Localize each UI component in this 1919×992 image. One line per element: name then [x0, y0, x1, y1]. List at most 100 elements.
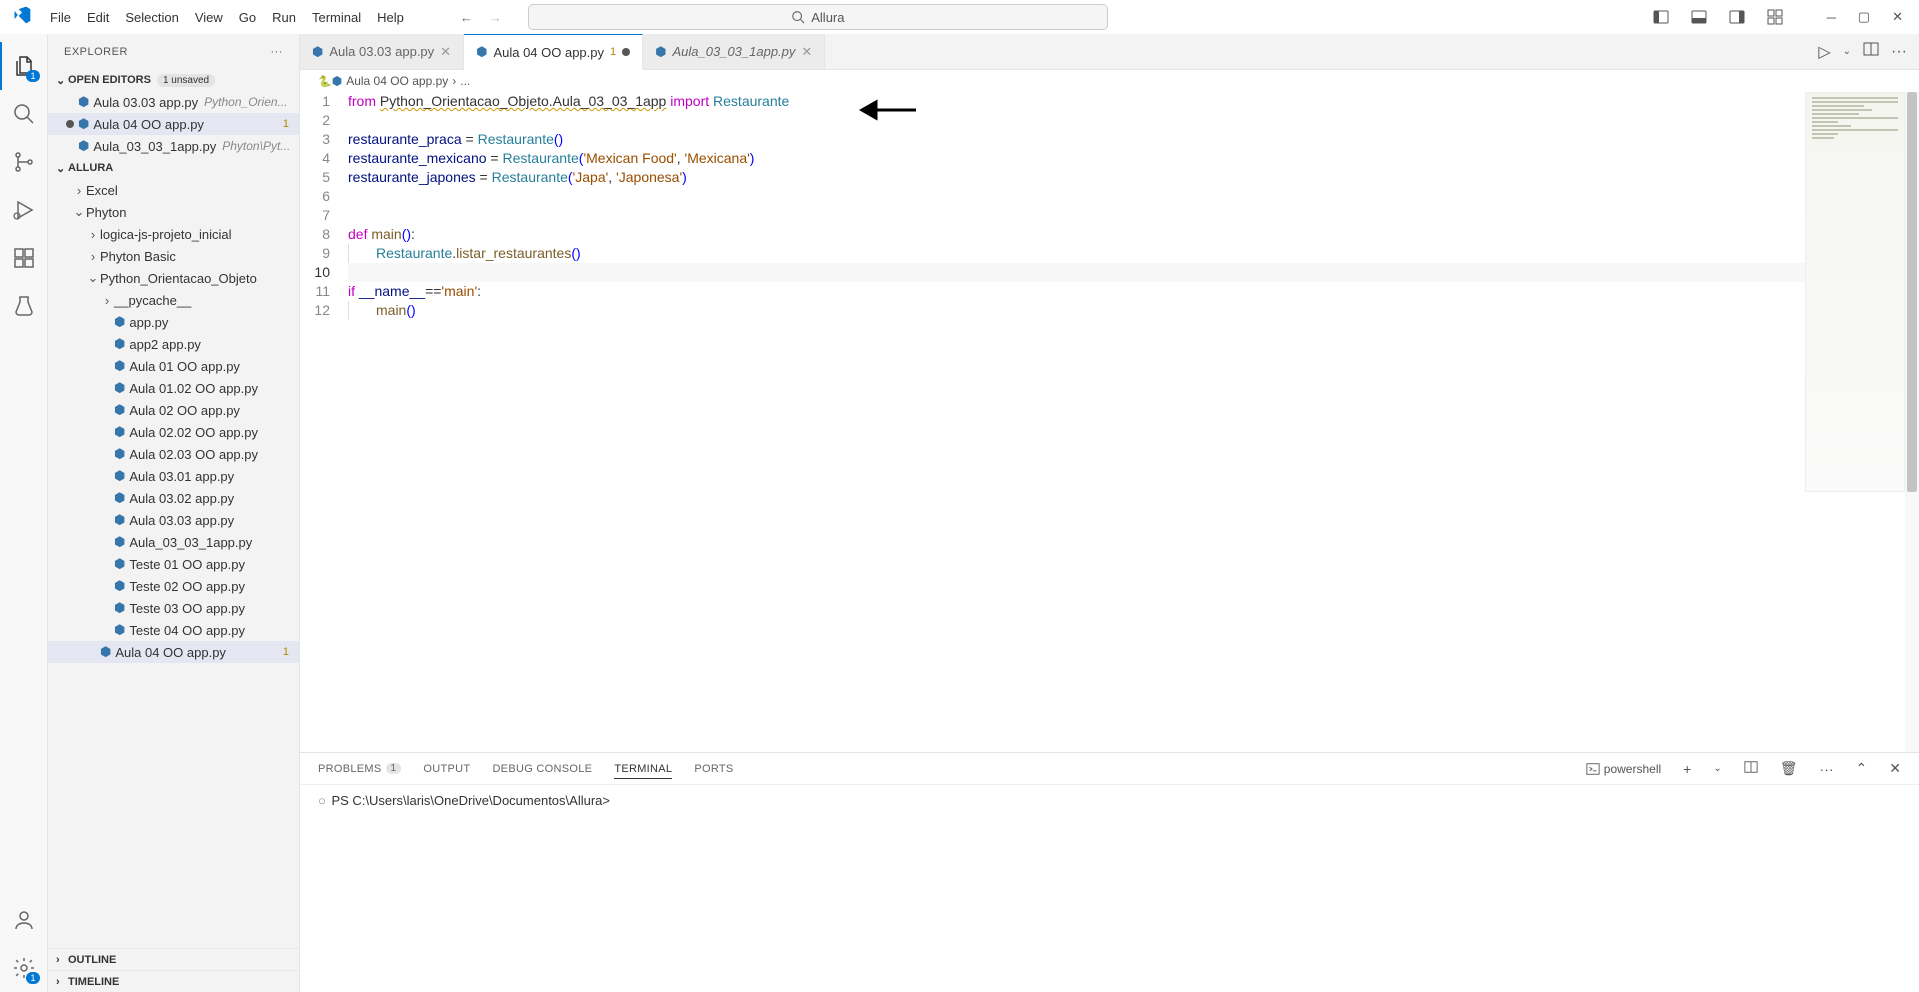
tree-file[interactable]: ⬢Aula 02.03 OO app.py [48, 443, 299, 465]
tree-file[interactable]: ⬢Aula 02 OO app.py [48, 399, 299, 421]
panel-tab-problems[interactable]: PROBLEMS1 [318, 763, 401, 775]
terminal-shell-label[interactable]: powershell [1586, 762, 1661, 776]
tree-file[interactable]: ⬢Teste 01 OO app.py [48, 553, 299, 575]
tree-folder[interactable]: ⌄Phyton [48, 201, 299, 223]
command-center-search[interactable]: Allura [528, 4, 1108, 30]
open-editors-header[interactable]: ⌄ OPEN EDITORS 1 unsaved [48, 69, 299, 91]
tree-folder[interactable]: ›Excel [48, 179, 299, 201]
toggle-secondary-sidebar-icon[interactable] [1719, 5, 1755, 29]
tree-folder[interactable]: ›logica-js-projeto_inicial [48, 223, 299, 245]
tree-folder[interactable]: ⌄Python_Orientacao_Objeto [48, 267, 299, 289]
window-minimize-button[interactable]: ─ [1817, 5, 1846, 29]
panel-maximize-button[interactable]: ⌃ [1856, 760, 1868, 777]
window-close-button[interactable]: ✕ [1882, 5, 1913, 29]
menu-run[interactable]: Run [264, 6, 304, 29]
editor-tab[interactable]: ⬢Aula 04 OO app.py1 [464, 34, 643, 70]
tree-file[interactable]: ⬢Aula 01 OO app.py [48, 355, 299, 377]
activity-testing[interactable] [0, 282, 48, 330]
code-line[interactable]: from Python_Orientacao_Objeto.Aula_03_03… [348, 92, 1919, 111]
chevron-right-icon: › [56, 954, 68, 966]
open-editor-item[interactable]: ⬢Aula 04 OO app.py1 [48, 113, 299, 135]
tree-folder[interactable]: ›__pycache__ [48, 289, 299, 311]
editor-tab[interactable]: ⬢Aula_03_03_1app.py✕ [643, 34, 825, 69]
open-editor-item[interactable]: ⬢Aula 03.03 app.pyPython_Orien... [48, 91, 299, 113]
tree-file[interactable]: ⬢Teste 04 OO app.py [48, 619, 299, 641]
customize-layout-icon[interactable] [1757, 5, 1793, 29]
activity-run-debug[interactable] [0, 186, 48, 234]
code-editor[interactable]: 123456789101112 from Python_Orientacao_O… [300, 92, 1919, 752]
menu-go[interactable]: Go [231, 6, 264, 29]
tree-file[interactable]: ⬢Aula 04 OO app.py1 [48, 641, 299, 663]
tree-file[interactable]: ⬢Teste 02 OO app.py [48, 575, 299, 597]
code-line[interactable] [348, 187, 1919, 206]
nav-back-button[interactable]: ← [452, 6, 481, 29]
code-line[interactable]: if __name__=='main': [348, 282, 1919, 301]
outline-header[interactable]: ›OUTLINE [48, 948, 299, 970]
run-button[interactable]: ▷ [1818, 42, 1830, 62]
close-tab-icon[interactable]: ✕ [440, 44, 451, 60]
tree-file[interactable]: ⬢Aula_03_03_1app.py [48, 531, 299, 553]
tree-folder[interactable]: ›Phyton Basic [48, 245, 299, 267]
split-editor-button[interactable] [1863, 41, 1879, 62]
new-terminal-button[interactable]: + [1683, 761, 1691, 777]
split-terminal-button[interactable] [1744, 760, 1758, 777]
activity-extensions[interactable] [0, 234, 48, 282]
line-number: 6 [300, 187, 330, 206]
code-line[interactable]: restaurante_japones = Restaurante('Japa'… [348, 168, 1919, 187]
open-editor-item[interactable]: ⬢Aula_03_03_1app.pyPhyton\Pyt... [48, 135, 299, 157]
code-line[interactable]: restaurante_praca = Restaurante() [348, 130, 1919, 149]
code-content[interactable]: from Python_Orientacao_Objeto.Aula_03_03… [348, 92, 1919, 752]
panel-tab-ports[interactable]: PORTS [694, 763, 733, 775]
minimap[interactable] [1805, 92, 1905, 492]
menu-edit[interactable]: Edit [79, 6, 117, 29]
panel-tab-output[interactable]: OUTPUT [423, 763, 470, 775]
toggle-primary-sidebar-icon[interactable] [1643, 5, 1679, 29]
menu-selection[interactable]: Selection [117, 6, 186, 29]
menu-file[interactable]: File [42, 6, 79, 29]
timeline-header[interactable]: ›TIMELINE [48, 970, 299, 992]
window-maximize-button[interactable]: ▢ [1848, 5, 1880, 29]
tree-file[interactable]: ⬢Aula 01.02 OO app.py [48, 377, 299, 399]
tree-file[interactable]: ⬢Aula 03.01 app.py [48, 465, 299, 487]
editor-scrollbar[interactable] [1905, 92, 1919, 752]
tree-label: Phyton Basic [100, 249, 176, 264]
code-line[interactable] [348, 206, 1919, 225]
editor-tab[interactable]: ⬢Aula 03.03 app.py✕ [300, 34, 464, 69]
code-line[interactable]: def main(): [348, 225, 1919, 244]
menu-view[interactable]: View [187, 6, 231, 29]
tree-file[interactable]: ⬢app.py [48, 311, 299, 333]
nav-forward-button[interactable]: → [481, 6, 510, 29]
code-line[interactable]: restaurante_mexicano = Restaurante('Mexi… [348, 149, 1919, 168]
code-line[interactable] [348, 111, 1919, 130]
editor-more-button[interactable]: ··· [1891, 43, 1907, 61]
terminal-dropdown[interactable]: ⌄ [1713, 763, 1721, 774]
panel-tab-debug-console[interactable]: DEBUG CONSOLE [492, 763, 592, 775]
tree-file[interactable]: ⬢Aula 03.03 app.py [48, 509, 299, 531]
tree-file[interactable]: ⬢app2 app.py [48, 333, 299, 355]
breadcrumb[interactable]: ⬢ Aula 04 OO app.py › ... [300, 70, 1919, 92]
toggle-panel-icon[interactable] [1681, 5, 1717, 29]
terminal-body[interactable]: PS C:\Users\laris\OneDrive\Documentos\Al… [300, 785, 1919, 992]
tree-file[interactable]: ⬢Aula 03.02 app.py [48, 487, 299, 509]
activity-settings[interactable]: 1 [0, 944, 48, 992]
activity-search[interactable] [0, 90, 48, 138]
activity-accounts[interactable] [0, 896, 48, 944]
activity-source-control[interactable] [0, 138, 48, 186]
folder-header[interactable]: ⌄ ALLURA [48, 157, 299, 179]
menu-help[interactable]: Help [369, 6, 412, 29]
code-line[interactable] [348, 263, 1919, 282]
code-line[interactable]: main() [348, 301, 1919, 320]
tree-file[interactable]: ⬢Aula 02.02 OO app.py [48, 421, 299, 443]
code-line[interactable]: Restaurante.listar_restaurantes() [348, 244, 1919, 263]
panel-close-button[interactable]: ✕ [1889, 760, 1901, 777]
run-dropdown[interactable]: ⌄ [1843, 46, 1851, 57]
tree-file[interactable]: ⬢Teste 03 OO app.py [48, 597, 299, 619]
tree-label: Teste 01 OO app.py [129, 557, 245, 572]
sidebar-more-button[interactable]: ··· [271, 46, 284, 58]
panel-more-button[interactable]: ··· [1820, 761, 1834, 777]
kill-terminal-button[interactable]: 🗑 [1780, 760, 1798, 777]
menu-terminal[interactable]: Terminal [304, 6, 369, 29]
activity-explorer[interactable]: 1 [0, 42, 48, 90]
panel-tab-terminal[interactable]: TERMINAL [614, 763, 672, 779]
close-tab-icon[interactable]: ✕ [801, 44, 812, 60]
